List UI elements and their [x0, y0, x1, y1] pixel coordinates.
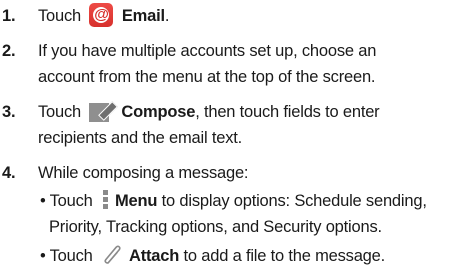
step-number: 1. — [2, 7, 16, 25]
compose-icon — [89, 99, 119, 123]
step-2-line-2: account from the menu at the top of the … — [38, 68, 376, 86]
email-label: Email — [121, 7, 165, 25]
bullet-attach-rest: to add a file to the message. — [179, 247, 386, 265]
step-4-line: While composing a message: — [38, 164, 249, 182]
bullet-menu-touch-text: Touch — [49, 192, 93, 210]
bullet-menu-line-2: Priority, Tracking options, and Security… — [49, 218, 382, 236]
attach-icon — [101, 243, 125, 267]
menu-icon — [103, 189, 109, 210]
bullet-menu-rest: to display options: Schedule sending, — [157, 192, 427, 210]
bullet-marker: • — [40, 247, 46, 265]
bullet-attach: • Touch Attach to add a file to the messa… — [40, 244, 385, 269]
menu-label: Menu — [115, 192, 158, 210]
step-number: 2. — [2, 42, 16, 60]
bullet-marker: • — [40, 192, 46, 210]
attach-label: Attach — [129, 247, 180, 265]
step-number: 3. — [2, 103, 16, 121]
step-1-line: Touch Email. — [38, 2, 170, 29]
step-number: 4. — [2, 164, 16, 182]
compose-label: Compose — [121, 103, 196, 121]
step-1-touch-text: Touch — [38, 7, 82, 25]
instructions-page: { "steps": [ { "number": "1.", "pre": "T… — [0, 0, 457, 274]
step-3-touch-text: Touch — [38, 103, 82, 121]
step-3-line-1: Touch Compose, then touch fields to ente… — [38, 99, 380, 125]
step-3-rest: , then touch fields to enter — [195, 103, 380, 121]
email-app-icon — [89, 2, 114, 27]
bullet-menu: • Touch Menu to display options: Schedule… — [40, 189, 427, 214]
step-1-period: . — [164, 7, 170, 25]
bullet-attach-touch-text: Touch — [49, 247, 93, 265]
step-3-line-2: recipients and the email text. — [38, 129, 243, 147]
step-2-line-1: If you have multiple accounts set up, ch… — [38, 42, 377, 60]
